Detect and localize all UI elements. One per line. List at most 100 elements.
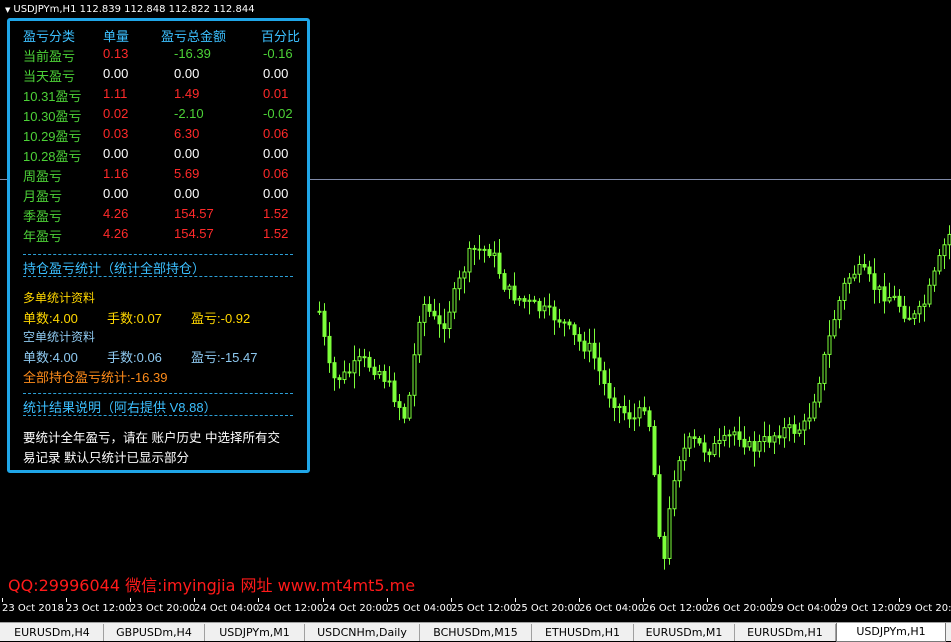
row-count: 0.00 bbox=[103, 146, 129, 161]
candle-body bbox=[827, 335, 832, 355]
row-percent: 0.01 bbox=[263, 86, 289, 101]
candle-body bbox=[392, 380, 397, 403]
candle-body bbox=[612, 397, 617, 409]
candle-body bbox=[402, 406, 407, 419]
candle-body bbox=[722, 434, 727, 441]
candle-body bbox=[542, 305, 547, 312]
candle-body bbox=[632, 417, 637, 420]
candle-body bbox=[757, 441, 762, 452]
candle-body bbox=[352, 360, 357, 374]
row-amount: 0.00 bbox=[174, 186, 200, 201]
candle-body bbox=[467, 247, 472, 273]
candle-body bbox=[907, 317, 912, 320]
candle-body bbox=[867, 266, 872, 275]
row-count: 0.00 bbox=[103, 66, 129, 81]
candle-body bbox=[882, 286, 887, 302]
chart-tab[interactable]: BCHUSDm,M15 bbox=[420, 624, 532, 641]
candle-body bbox=[487, 249, 492, 257]
candle-body bbox=[322, 310, 327, 337]
time-axis-label: 29 Oct 20:00 bbox=[899, 603, 951, 614]
candle-body bbox=[797, 429, 802, 434]
candle-body bbox=[902, 305, 907, 319]
candle-body bbox=[647, 410, 652, 427]
candle-body bbox=[357, 356, 362, 362]
candle-body bbox=[342, 371, 347, 381]
candle-body bbox=[527, 299, 532, 302]
chart-tab-bar: EURUSDm,H4 GBPUSDm,H4 USDJPYm,M1 USDCNHm,Da… bbox=[0, 622, 951, 642]
row-percent: 0.00 bbox=[263, 146, 289, 161]
row-label: 当前盈亏 bbox=[23, 49, 76, 64]
candle-body bbox=[682, 447, 687, 462]
candle-body bbox=[457, 277, 462, 290]
candle-body bbox=[677, 460, 682, 482]
short-pl: 盈亏:-15.47 bbox=[191, 350, 258, 365]
time-axis-label: 23 Oct 20:00 bbox=[130, 603, 196, 614]
candle-body bbox=[812, 401, 817, 419]
time-axis-label: 29 Oct 04:00 bbox=[771, 603, 837, 614]
row-count: 0.03 bbox=[103, 126, 129, 141]
candle-body bbox=[577, 334, 582, 342]
candle-body bbox=[472, 247, 477, 250]
notes-line-1: 要统计全年盈亏，请在 账户历史 中选择所有交 bbox=[23, 431, 280, 445]
chart-tab[interactable]: ETHUSDm,H1 bbox=[532, 624, 634, 641]
long-lots: 手数:0.07 bbox=[107, 311, 162, 326]
time-axis-tick bbox=[130, 598, 131, 602]
candle-body bbox=[462, 271, 467, 279]
candle-body bbox=[387, 380, 392, 383]
time-axis-tick bbox=[579, 598, 580, 602]
candle-body bbox=[857, 264, 862, 275]
short-title: 空单统计资料 bbox=[23, 330, 96, 344]
row-label: 月盈亏 bbox=[23, 189, 63, 204]
long-count: 单数:4.00 bbox=[23, 311, 78, 326]
chart-tab[interactable]: USDJPYm,H1 bbox=[836, 623, 946, 642]
row-percent: 1.52 bbox=[263, 226, 289, 241]
row-label: 10.30盈亏 bbox=[23, 109, 82, 124]
row-label: 周盈亏 bbox=[23, 169, 63, 184]
holding-title: 持仓盈亏统计（统计全部持仓） bbox=[23, 261, 206, 276]
candle-body bbox=[622, 405, 627, 414]
time-axis-label: 26 Oct 20:00 bbox=[707, 603, 773, 614]
time-axis-tick bbox=[771, 598, 772, 602]
candle-body bbox=[552, 306, 557, 321]
time-axis-tick bbox=[835, 598, 836, 602]
candle-body bbox=[337, 377, 342, 381]
row-label: 当天盈亏 bbox=[23, 69, 76, 84]
row-count: 4.26 bbox=[103, 206, 129, 221]
chart-tab[interactable]: USDCNHm,Daily bbox=[305, 624, 420, 641]
chart-tab[interactable]: EURUSDm,H4 bbox=[1, 624, 104, 641]
chart-tab[interactable]: GBPUSDm,H4 bbox=[104, 624, 205, 641]
short-count: 单数:4.00 bbox=[23, 350, 78, 365]
candle-body bbox=[557, 319, 562, 323]
chart-tab[interactable]: USDJPYm,M1 bbox=[205, 624, 305, 641]
candle-body bbox=[927, 284, 932, 305]
candle-body bbox=[762, 436, 767, 443]
candle-body bbox=[787, 424, 792, 429]
candle-body bbox=[837, 299, 842, 321]
chart-tab[interactable]: EURUSDm,H1 bbox=[735, 624, 836, 641]
row-amount: 5.69 bbox=[174, 166, 200, 181]
header-percent: 百分比 bbox=[261, 29, 301, 44]
candle-body bbox=[777, 435, 782, 439]
candle-body bbox=[897, 295, 902, 307]
chart-window[interactable]: ▼ USDJPYm,H1 112.839 112.848 112.822 112.… bbox=[0, 0, 951, 622]
candle-body bbox=[502, 273, 507, 290]
candle-body bbox=[602, 370, 607, 384]
candle-body bbox=[652, 425, 657, 476]
candle-body bbox=[422, 303, 427, 323]
row-label: 年盈亏 bbox=[23, 229, 63, 244]
chart-tab[interactable]: EURUSDm,M1 bbox=[634, 624, 735, 641]
candle-body bbox=[772, 435, 777, 443]
time-axis-tick bbox=[194, 598, 195, 602]
header-category: 盈亏分类 bbox=[23, 29, 76, 44]
chart-title: ▼ USDJPYm,H1 112.839 112.848 112.822 112.… bbox=[5, 4, 255, 15]
row-count: 1.11 bbox=[103, 86, 128, 101]
candle-body bbox=[347, 371, 352, 374]
profit-stats-panel: 盈亏分类 单量 盈亏总金额 百分比 当前盈亏 0.13 -16.39 -0.16 当天盈… bbox=[7, 18, 310, 473]
candle-body bbox=[642, 407, 647, 412]
candle-body bbox=[412, 354, 417, 396]
candle-body bbox=[877, 286, 882, 290]
time-axis-label: 25 Oct 20:00 bbox=[515, 603, 581, 614]
candle-body bbox=[717, 439, 722, 444]
promo-text: QQ:29996044 微信:imyingjia 网址 www.mt4mt5.m… bbox=[8, 576, 416, 595]
row-label: 季盈亏 bbox=[23, 209, 63, 224]
